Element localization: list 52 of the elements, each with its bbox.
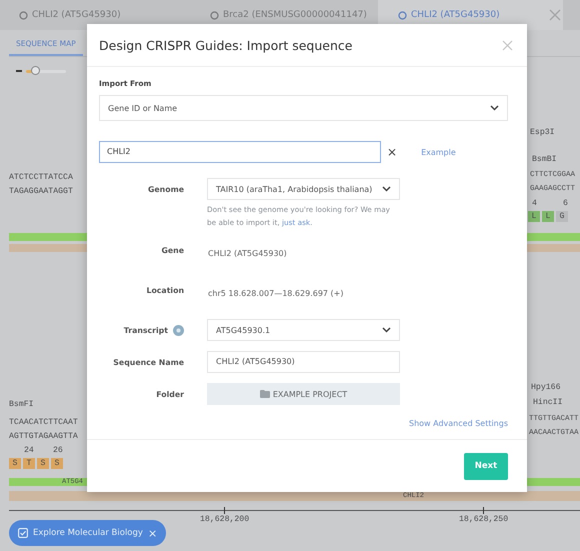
- position-number: 24: [24, 446, 34, 455]
- sequence-text: AGTTGTAGAAGTTA: [9, 432, 78, 441]
- checklist-icon: [18, 528, 28, 538]
- dropdown[interactable]: TAIR10 (araTha1, Arabidopsis thaliana): [207, 178, 400, 200]
- enzyme-label: Hpy166: [531, 383, 560, 392]
- import-from-select[interactable]: Gene ID or Name: [99, 95, 508, 121]
- banner-label: Explore Molecular Biology: [33, 528, 143, 538]
- amino-acid-chip: S: [37, 458, 49, 469]
- document-tab[interactable]: Brca2 (ENSMUSG00000041147): [190, 0, 378, 30]
- sequence-text: TAGAGGAATAGGT: [9, 187, 73, 196]
- dropdown[interactable]: AT5G45930.1: [207, 319, 400, 341]
- amino-acid-chip: S: [9, 458, 21, 469]
- sequence-text: TCAACATCTTCAAT: [9, 418, 78, 427]
- amino-acid-chip: L: [528, 211, 540, 222]
- circle-icon: [210, 10, 219, 20]
- amino-acid-chip: T: [23, 458, 35, 469]
- explore-banner[interactable]: Explore Molecular Biology ×: [9, 520, 166, 546]
- close-icon: [502, 40, 513, 50]
- chevron-down-icon: [382, 186, 391, 192]
- tick-mark: [224, 507, 226, 514]
- position-number: 26: [53, 446, 63, 455]
- close-icon: [549, 9, 561, 21]
- folder-icon: [260, 390, 270, 398]
- gene-search-field[interactable]: CHLI2: [99, 141, 381, 163]
- amino-acid-chip: L: [542, 211, 554, 222]
- document-tab[interactable]: CHLI2 (AT5G45930): [9, 0, 190, 30]
- folder-button[interactable]: EXAMPLE PROJECT: [207, 383, 400, 405]
- tick-mark: [483, 507, 484, 514]
- enzyme-label: HincII: [533, 398, 562, 407]
- text-field[interactable]: CHLI2 (AT5G45930): [207, 351, 400, 373]
- sequence-text: ATCTCCTTATCCA: [9, 173, 73, 182]
- circle-icon: [19, 10, 28, 20]
- chevron-down-icon: [490, 105, 499, 111]
- enzyme-label: Esp3I: [530, 128, 555, 137]
- tick-label: 18,628,200: [200, 515, 250, 524]
- field-value: chr5 18.628.007—18.629.697 (+): [207, 288, 344, 300]
- chevron-down-icon: [382, 327, 391, 333]
- next-button[interactable]: Next: [464, 452, 508, 480]
- circle-icon: [398, 10, 407, 20]
- dialog-title: Design CRISPR Guides: Import sequence: [99, 38, 352, 52]
- amino-acid-chip: G: [556, 211, 568, 222]
- example-link[interactable]: Example: [421, 148, 456, 156]
- clear-button[interactable]: ×: [387, 145, 398, 159]
- field-value: CHLI2 (AT5G45930): [207, 248, 288, 260]
- position-number: 6: [563, 199, 568, 208]
- amino-acid-chip: S: [51, 458, 63, 469]
- tick-label: 18,628,250: [459, 515, 508, 524]
- advanced-settings-link[interactable]: Show Advanced Settings: [409, 419, 508, 428]
- banner-close[interactable]: ×: [148, 526, 158, 540]
- position-number: 4: [532, 199, 537, 208]
- enzyme-label: BsmBI: [532, 155, 557, 164]
- enzyme-label: BsmFI: [9, 400, 34, 409]
